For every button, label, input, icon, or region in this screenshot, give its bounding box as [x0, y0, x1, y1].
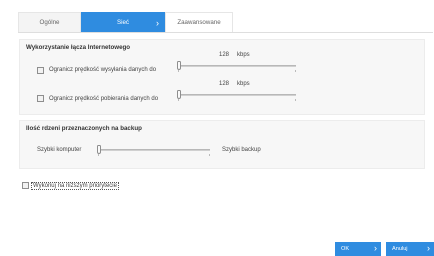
cores-right-label: Szybki backup	[222, 147, 261, 153]
upload-limit-label: Ogranicz prędkość wysyłania danych do	[49, 67, 157, 73]
priority-label[interactable]: Wykonuj na niższym priorytecie	[31, 182, 119, 190]
chevron-right-icon: ›	[427, 243, 430, 253]
cores-slider-track[interactable]	[98, 149, 210, 151]
tab-general-label: Ogólne	[39, 19, 60, 26]
upload-slider-ticks	[178, 70, 296, 72]
tab-network[interactable]: Sieć ›	[81, 12, 165, 32]
bandwidth-panel: Wykorzystanie łącza Internetowego 128 kb…	[19, 39, 425, 115]
bandwidth-panel-title: Wykorzystanie łącza Internetowego	[26, 44, 131, 51]
upload-limit-checkbox[interactable]	[37, 67, 44, 74]
upload-limit-unit: kbps	[237, 52, 250, 58]
tab-advanced-label: Zaawansowane	[177, 19, 221, 26]
upload-limit-value: 128	[219, 52, 230, 58]
download-limit-value: 128	[219, 81, 230, 87]
tab-network-label: Sieć	[116, 19, 130, 26]
cancel-button[interactable]: Anuluj ›	[386, 242, 434, 256]
upload-slider-track[interactable]	[178, 65, 296, 67]
download-limit-checkbox[interactable]	[37, 95, 44, 102]
cancel-button-label: Anuluj	[392, 246, 408, 252]
download-limit-unit: kbps	[237, 81, 250, 87]
chevron-right-icon: ›	[374, 243, 377, 253]
download-slider-track[interactable]	[178, 94, 296, 96]
cores-slider-thumb[interactable]	[97, 145, 101, 154]
download-limit-label: Ogranicz prędkość pobierania danych do	[49, 96, 159, 102]
cores-slider-ticks	[98, 154, 210, 156]
download-slider-ticks	[178, 99, 296, 101]
ok-button-label: OK	[341, 246, 350, 252]
cores-left-label: Szybki komputer	[37, 147, 82, 153]
tab-advanced[interactable]: Zaawansowane	[165, 12, 233, 32]
ok-button[interactable]: OK ›	[335, 242, 381, 256]
chevron-right-icon: ›	[156, 18, 159, 28]
tab-bar: Ogólne Sieć › Zaawansowane	[18, 12, 433, 33]
cores-panel-title: Ilość rdzeni przeznaczonych na backup	[26, 125, 142, 132]
priority-checkbox[interactable]	[22, 182, 29, 189]
download-slider-thumb[interactable]	[177, 90, 181, 99]
tab-general[interactable]: Ogólne	[18, 12, 81, 32]
cores-panel: Ilość rdzeni przeznaczonych na backup Sz…	[19, 120, 425, 169]
upload-slider-thumb[interactable]	[177, 61, 181, 70]
